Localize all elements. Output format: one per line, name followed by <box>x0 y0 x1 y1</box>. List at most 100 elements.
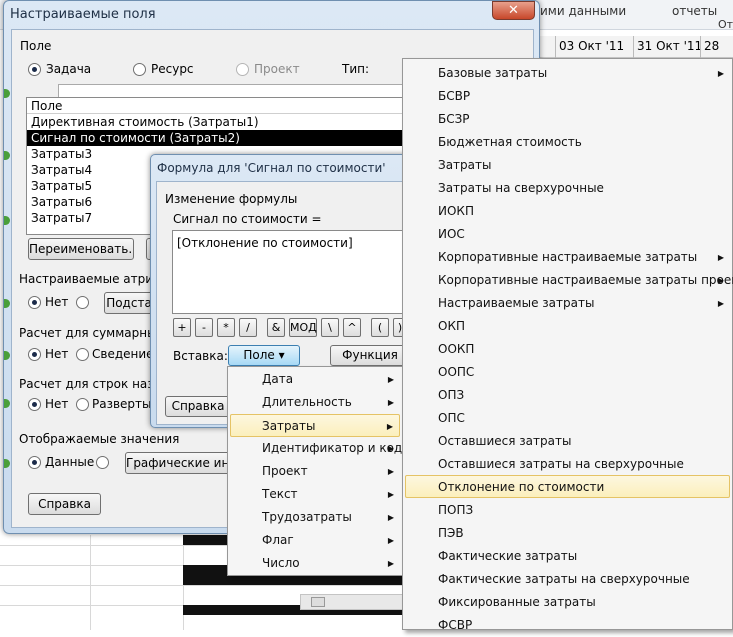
operator-mod-button[interactable]: МОД <box>289 318 317 337</box>
menu-item-project[interactable]: Проект ▶ <box>230 460 400 483</box>
menu-item[interactable]: Фактические затраты на сверхурочные <box>405 568 730 591</box>
menu-item-label: Длительность <box>262 395 352 409</box>
menu-item[interactable]: Настраиваемые затраты ▶ <box>405 292 730 315</box>
menu-item[interactable]: Оставшиеся затраты на сверхурочные <box>405 453 730 476</box>
field-dropdown-button[interactable]: Поле ▾ <box>228 345 300 366</box>
open-paren-button[interactable]: ( <box>371 318 389 337</box>
menu-item-label: БСЗР <box>438 112 470 126</box>
menu-item-label: ПЭВ <box>438 526 464 540</box>
graphic-indicators-button[interactable]: Графические инди <box>125 452 230 474</box>
menu-item-label: ОПС <box>438 411 465 425</box>
submenu-arrow-icon: ▶ <box>717 69 724 78</box>
menu-item-id-code[interactable]: Идентификатор и код ▶ <box>230 437 403 460</box>
menu-item[interactable]: Корпоративные настраиваемые затраты прое… <box>405 269 733 292</box>
menu-item[interactable]: Базовые затраты ▶ <box>405 62 730 85</box>
list-item[interactable]: Директивная стоимость (Затраты1) <box>27 114 410 130</box>
menu-item[interactable]: ПЭВ <box>405 522 730 545</box>
menu-item-highlighted[interactable]: Отклонение по стоимости <box>405 475 730 498</box>
close-button[interactable]: ✕ <box>492 1 535 20</box>
menu-item[interactable]: ОПЗ <box>405 384 730 407</box>
menu-item-text[interactable]: Текст ▶ <box>230 483 400 506</box>
operator-power-button[interactable]: ^ <box>343 318 361 337</box>
operator-multiply-button[interactable]: * <box>217 318 235 337</box>
menu-item-label: ООПС <box>438 365 475 379</box>
operator-plus-button[interactable]: + <box>173 318 191 337</box>
menu-item-label: Отклонение по стоимости <box>438 480 605 494</box>
menu-item-date[interactable]: Дата ▶ <box>230 368 400 391</box>
menu-item[interactable]: ПОПЗ <box>405 499 730 522</box>
menu-item[interactable]: Корпоративные настраиваемые затраты ▶ <box>405 246 730 269</box>
menu-item-label: Фактические затраты на сверхурочные <box>438 572 690 586</box>
radio-summary-none-label: Нет <box>45 347 69 361</box>
radio-attr-none[interactable] <box>28 296 41 309</box>
edit-formula-group-label: Изменение формулы <box>165 192 298 206</box>
radio-display-data[interactable] <box>28 456 41 469</box>
menu-item-number[interactable]: Число ▶ <box>230 552 400 575</box>
menu-item[interactable]: БСЗР <box>405 108 730 131</box>
radio-summary-none[interactable] <box>28 348 41 361</box>
radio-summary-rollup[interactable] <box>76 348 89 361</box>
menu-item-label: Фактические затраты <box>438 549 578 563</box>
insert-label: Вставка: <box>173 349 228 363</box>
dialog-title: Настраиваемые поля <box>10 7 156 22</box>
radio-assign-none[interactable] <box>28 398 41 411</box>
scrollbar-thumb[interactable] <box>311 597 325 607</box>
menu-item[interactable]: Бюджетная стоимость <box>405 131 730 154</box>
menu-item[interactable]: ОПС <box>405 407 730 430</box>
radio-summary-rollup-label: Сведение: <box>92 347 158 361</box>
radio-assign-none-label: Нет <box>45 397 69 411</box>
menu-item-work[interactable]: Трудозатраты ▶ <box>230 506 400 529</box>
radio-assign-rollout[interactable] <box>76 398 89 411</box>
menu-item[interactable]: ИОКП <box>405 200 730 223</box>
lookup-button[interactable]: Подста <box>104 292 154 314</box>
menu-item-label: Идентификатор и код <box>262 441 403 455</box>
operator-minus-button[interactable]: - <box>195 318 213 337</box>
timescale-cell: 31 Окт '11 <box>633 36 702 58</box>
menu-item-cost[interactable]: Затраты ▶ <box>230 414 400 437</box>
help-button[interactable]: Справка <box>165 396 231 417</box>
list-item-selected[interactable]: Сигнал по стоимости (Затраты2) <box>27 130 410 146</box>
operator-concat-button[interactable]: & <box>267 318 285 337</box>
menu-item[interactable]: БСВР <box>405 85 730 108</box>
formula-textarea[interactable]: [Отклонение по стоимости] <box>172 230 410 314</box>
radio-attr-lookup[interactable] <box>76 296 89 309</box>
menu-item[interactable]: ООКП <box>405 338 730 361</box>
radio-display-data-label: Данные <box>45 455 95 469</box>
radio-task-label: Задача <box>46 62 92 76</box>
menu-item[interactable]: ФСВР <box>405 614 730 637</box>
menu-item[interactable]: Затраты на сверхурочные <box>405 177 730 200</box>
rename-button[interactable]: Переименовать... <box>28 238 134 260</box>
menu-item[interactable]: Фактические затраты <box>405 545 730 568</box>
menu-item[interactable]: ИОС <box>405 223 730 246</box>
menu-item-flag[interactable]: Флаг ▶ <box>230 529 400 552</box>
radio-display-graphic[interactable] <box>96 456 109 469</box>
operator-backslash-button[interactable]: \ <box>321 318 339 337</box>
radio-project[interactable] <box>236 63 249 76</box>
menu-item-label: Затраты <box>262 419 316 433</box>
menu-item-label: Корпоративные настраиваемые затраты прое… <box>438 273 733 287</box>
radio-resource[interactable] <box>133 63 146 76</box>
menu-item[interactable]: Оставшиеся затраты <box>405 430 730 453</box>
radio-project-label: Проект <box>254 62 300 76</box>
help-button[interactable]: Справка <box>28 493 101 515</box>
radio-task[interactable] <box>28 63 41 76</box>
menu-item-label: Корпоративные настраиваемые затраты <box>438 250 698 264</box>
menu-item-label: Оставшиеся затраты на сверхурочные <box>438 457 684 471</box>
operator-divide-button[interactable]: / <box>239 318 257 337</box>
submenu-arrow-icon: ▶ <box>387 375 394 384</box>
submenu-arrow-icon: ▶ <box>717 299 724 308</box>
menu-item-label: Затраты на сверхурочные <box>438 181 604 195</box>
timescale-cell: 03 Окт '11 <box>555 36 624 58</box>
submenu-arrow-icon: ▶ <box>717 253 724 262</box>
menu-item-label: Затраты <box>438 158 492 172</box>
menu-item-duration[interactable]: Длительность ▶ <box>230 391 400 414</box>
display-values-label: Отображаемые значения <box>19 432 180 446</box>
menu-item[interactable]: Затраты <box>405 154 730 177</box>
menu-item-label: Трудозатраты <box>262 510 352 524</box>
menu-item[interactable]: ООПС <box>405 361 730 384</box>
ribbon-tab-reports[interactable]: отчеты <box>672 4 717 34</box>
menu-item[interactable]: Фиксированные затраты <box>405 591 730 614</box>
horizontal-scrollbar[interactable] <box>300 594 410 610</box>
function-dropdown-button[interactable]: Функция <box>330 345 410 366</box>
menu-item[interactable]: ОКП <box>405 315 730 338</box>
